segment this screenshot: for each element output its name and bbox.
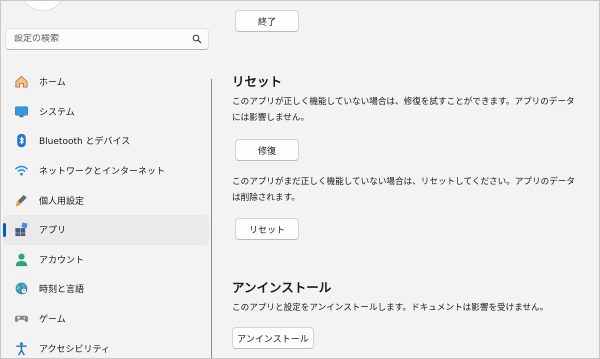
sidebar-item-label: アクセシビリティ [39, 344, 111, 355]
bluetooth-icon [13, 133, 29, 149]
reset-description: このアプリがまだ正しく機能していない場合は、リセットしてください。アプリのデータ… [232, 177, 575, 203]
wifi-icon [13, 163, 29, 179]
gaming-icon [13, 311, 29, 327]
sidebar-item-accounts[interactable]: アカウント [3, 245, 209, 275]
sidebar-item-gaming[interactable]: ゲーム [3, 304, 209, 334]
search-input[interactable] [14, 34, 192, 44]
sidebar-item-bluetooth[interactable]: Bluetooth とデバイス [3, 126, 209, 156]
system-icon [13, 103, 29, 119]
uninstall-heading: アンインストール [232, 280, 332, 295]
uninstall-description: このアプリと設定をアンインストールします。ドキュメントは影響を受けません。 [232, 303, 549, 313]
reset-button[interactable]: リセット [235, 218, 299, 240]
repair-button[interactable]: 修復 [235, 139, 299, 161]
settings-window: ホーム システム Bluetooth とデバイス ネットワークとインターネット … [0, 0, 600, 359]
sidebar-item-label: ゲーム [39, 315, 66, 326]
terminate-button[interactable]: 終了 [235, 10, 299, 32]
repair-description: このアプリが正しく機能していない場合は、修復を試すことができます。アプリのデータ… [232, 97, 575, 123]
sidebar-item-label: アプリ [39, 226, 67, 237]
sidebar-item-label: 時刻と言語 [39, 285, 85, 296]
search-box[interactable] [5, 28, 209, 50]
sidebar-item-personalization[interactable]: 個人用設定 [3, 185, 209, 215]
home-icon [13, 74, 29, 90]
accessibility-icon [13, 340, 29, 356]
reset-heading: リセット [232, 74, 283, 89]
sidebar-item-apps[interactable]: アプリ [3, 214, 209, 245]
sidebar-item-network[interactable]: ネットワークとインターネット [3, 156, 209, 186]
account-icon [13, 251, 29, 267]
sidebar-item-home[interactable]: ホーム [3, 67, 209, 97]
avatar[interactable] [23, 1, 63, 11]
sidebar-item-accessibility[interactable]: アクセシビリティ [3, 333, 209, 358]
sidebar-item-label: Bluetooth とデバイス [39, 137, 131, 148]
apps-icon [13, 222, 29, 238]
time-language-icon [13, 281, 29, 297]
sidebar-item-label: ホーム [39, 78, 66, 89]
personalization-icon [13, 192, 29, 208]
sidebar-item-system[interactable]: システム [3, 97, 209, 127]
sidebar-scrollbar[interactable] [211, 79, 212, 358]
sidebar-nav: ホーム システム Bluetooth とデバイス ネットワークとインターネット … [1, 67, 211, 358]
sidebar-item-label: アカウント [39, 255, 85, 266]
sidebar-item-time-language[interactable]: 時刻と言語 [3, 274, 209, 304]
sidebar-item-label: ネットワークとインターネット [39, 167, 166, 178]
uninstall-button[interactable]: アンインストール [232, 327, 314, 349]
sidebar-item-label: 個人用設定 [39, 196, 85, 207]
sidebar-item-label: システム [39, 107, 75, 118]
search-icon[interactable] [192, 34, 202, 44]
